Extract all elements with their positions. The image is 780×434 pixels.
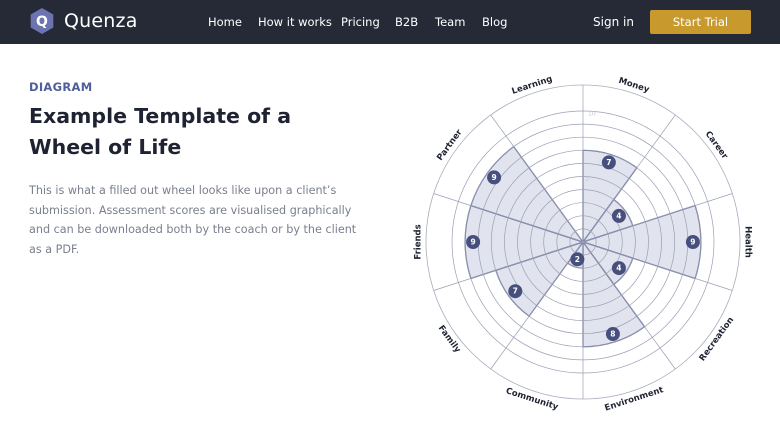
quenza-logo-icon: Q xyxy=(30,8,54,34)
brand-name: Quenza xyxy=(64,10,138,32)
wheel-label-recreation: Recreation xyxy=(698,315,737,363)
score-badge-value: 9 xyxy=(491,173,496,182)
wheel-label-environment: Environment xyxy=(604,385,665,413)
wheel-label-money: Money xyxy=(617,76,651,95)
wheel-scale-tick: 10 xyxy=(588,110,596,117)
wheel-label-health: Health xyxy=(743,226,753,258)
page-title: Example Template of a Wheel of Life xyxy=(29,104,292,159)
page-description: This is what a filled out wheel looks li… xyxy=(29,184,357,256)
score-badge-value: 4 xyxy=(616,211,621,220)
nav-team-link[interactable]: Team xyxy=(435,15,465,29)
brand-logo[interactable]: Q Quenza xyxy=(28,7,138,35)
wheel-label-partner: Partner xyxy=(435,127,465,163)
sign-in-link[interactable]: Sign in xyxy=(593,15,634,29)
nav-b2b-link[interactable]: B2B xyxy=(395,15,418,29)
logo-letter: Q xyxy=(36,14,48,30)
score-badge-value: 9 xyxy=(690,238,695,247)
wheel-label-family: Family xyxy=(436,324,463,356)
score-badge-value: 9 xyxy=(470,238,475,247)
wheel-of-life-diagram: 105MoneyCareerHealthRecreationEnvironmen… xyxy=(414,74,753,413)
nav-home-link[interactable]: Home xyxy=(208,15,242,29)
start-trial-button[interactable]: Start Trial xyxy=(650,10,751,34)
wheel-label-friends: Friends xyxy=(414,224,424,259)
score-badge-value: 4 xyxy=(616,264,621,273)
nav-how-it-works-link[interactable]: How it works xyxy=(258,15,332,29)
wheel-scale-tick: 5 xyxy=(585,176,589,183)
score-badge-value: 7 xyxy=(606,158,611,167)
score-badge-value: 8 xyxy=(610,330,615,339)
score-badge-value: 2 xyxy=(575,255,580,264)
top-nav: Q Quenza Home How it works Pricing B2B T… xyxy=(0,0,780,44)
nav-pricing-link[interactable]: Pricing xyxy=(341,15,380,29)
score-badge-value: 7 xyxy=(513,287,518,296)
nav-blog-link[interactable]: Blog xyxy=(482,15,507,29)
section-eyebrow: DIAGRAM xyxy=(29,80,93,94)
